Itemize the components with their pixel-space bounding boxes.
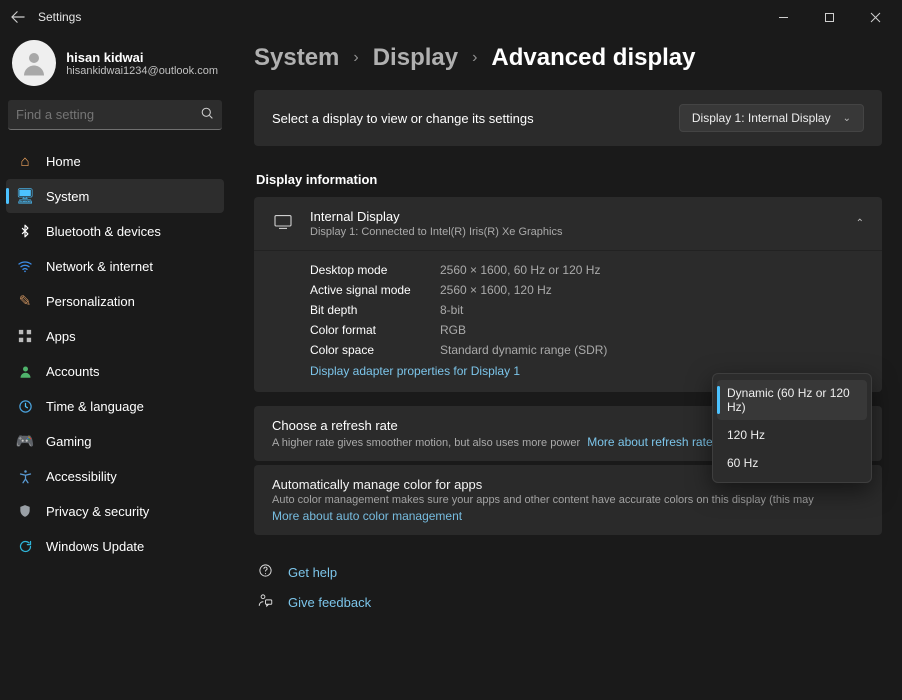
nav-system[interactable]: 🖥 System — [6, 179, 224, 213]
nav-label: System — [46, 189, 89, 204]
profile-block[interactable]: hisan kidwai hisankidwai1234@outlook.com — [6, 40, 224, 100]
refresh-rate-desc: A higher rate gives smoother motion, but… — [272, 437, 580, 449]
nav-label: Accounts — [46, 364, 99, 379]
info-row: Bit depth8-bit — [310, 303, 864, 317]
search-box[interactable] — [8, 100, 222, 130]
refresh-rate-more-link[interactable]: More about refresh rate — [587, 435, 712, 449]
clock-icon — [16, 397, 34, 415]
maximize-button[interactable] — [806, 2, 852, 32]
nav-label: Accessibility — [46, 469, 117, 484]
nav-accounts[interactable]: Accounts — [6, 354, 224, 388]
close-button[interactable] — [852, 2, 898, 32]
main-area: System › Display › Advanced display Sele… — [230, 34, 902, 700]
maximize-icon — [824, 12, 835, 23]
bluetooth-icon — [16, 222, 34, 240]
display-info-card: Internal Display Display 1: Connected to… — [254, 197, 882, 392]
display-info-sub: Display 1: Connected to Intel(R) Iris(R)… — [310, 226, 840, 238]
close-icon — [870, 12, 881, 23]
profile-email: hisankidwai1234@outlook.com — [66, 65, 218, 77]
titlebar: Settings — [0, 0, 902, 34]
display-selector[interactable]: Display 1: Internal Display ⌄ — [679, 104, 864, 132]
profile-name: hisan kidwai — [66, 50, 218, 65]
nav-network[interactable]: Network & internet — [6, 249, 224, 283]
breadcrumb-display[interactable]: Display — [373, 44, 458, 72]
nav-label: Home — [46, 154, 81, 169]
breadcrumb: System › Display › Advanced display — [254, 44, 882, 72]
get-help-label: Get help — [288, 565, 337, 580]
help-icon — [258, 563, 276, 581]
nav-label: Bluetooth & devices — [46, 224, 161, 239]
auto-color-more-link[interactable]: More about auto color management — [272, 509, 462, 523]
accounts-icon — [16, 362, 34, 380]
info-row: Color spaceStandard dynamic range (SDR) — [310, 343, 864, 357]
refresh-option-120hz[interactable]: 120 Hz — [717, 422, 867, 448]
nav-label: Windows Update — [46, 539, 144, 554]
info-row: Active signal mode2560 × 1600, 120 Hz — [310, 283, 864, 297]
gaming-icon: 🎮 — [16, 432, 34, 450]
search-input[interactable] — [16, 107, 201, 122]
nav-home[interactable]: ⌂ Home — [6, 144, 224, 178]
chevron-up-icon[interactable]: ⌃ — [856, 218, 864, 229]
nav-bluetooth[interactable]: Bluetooth & devices — [6, 214, 224, 248]
wifi-icon — [16, 257, 34, 275]
nav-personalization[interactable]: ✎ Personalization — [6, 284, 224, 318]
avatar — [12, 40, 56, 86]
nav-accessibility[interactable]: Accessibility — [6, 459, 224, 493]
info-row: Color formatRGB — [310, 323, 864, 337]
nav-time-language[interactable]: Time & language — [6, 389, 224, 423]
breadcrumb-system[interactable]: System — [254, 44, 339, 72]
give-feedback-link[interactable]: Give feedback — [254, 587, 882, 617]
system-icon: 🖥 — [16, 187, 34, 205]
monitor-icon — [272, 214, 294, 233]
nav-privacy[interactable]: Privacy & security — [6, 494, 224, 528]
nav-windows-update[interactable]: Windows Update — [6, 529, 224, 563]
display-info-body: Desktop mode2560 × 1600, 60 Hz or 120 Hz… — [254, 250, 882, 392]
nav-apps[interactable]: Apps — [6, 319, 224, 353]
info-row: Desktop mode2560 × 1600, 60 Hz or 120 Hz — [310, 263, 864, 277]
sidebar: hisan kidwai hisankidwai1234@outlook.com… — [0, 34, 230, 700]
search-icon — [201, 107, 214, 123]
refresh-option-60hz[interactable]: 60 Hz — [717, 450, 867, 476]
apps-icon — [16, 327, 34, 345]
chevron-down-icon: ⌄ — [843, 113, 851, 124]
nav-label: Personalization — [46, 294, 135, 309]
page-title: Advanced display — [491, 44, 695, 72]
home-icon: ⌂ — [16, 152, 34, 170]
brush-icon: ✎ — [16, 292, 34, 310]
refresh-option-dynamic[interactable]: Dynamic (60 Hz or 120 Hz) — [717, 380, 867, 420]
minimize-icon — [778, 12, 789, 23]
adapter-properties-link[interactable]: Display adapter properties for Display 1 — [310, 364, 520, 378]
nav-label: Time & language — [46, 399, 144, 414]
nav-label: Privacy & security — [46, 504, 149, 519]
chevron-right-icon: › — [353, 49, 358, 67]
get-help-link[interactable]: Get help — [254, 557, 882, 587]
window-controls — [760, 2, 898, 32]
feedback-icon — [258, 593, 276, 611]
bottom-links: Get help Give feedback — [254, 557, 882, 617]
display-info-header[interactable]: Internal Display Display 1: Connected to… — [254, 197, 882, 250]
give-feedback-label: Give feedback — [288, 595, 371, 610]
nav-label: Network & internet — [46, 259, 153, 274]
accessibility-icon — [16, 467, 34, 485]
display-info-title: Internal Display — [310, 209, 840, 224]
back-button[interactable] — [4, 3, 32, 31]
nav-label: Gaming — [46, 434, 92, 449]
chevron-right-icon: › — [472, 49, 477, 67]
refresh-rate-dropdown[interactable]: Dynamic (60 Hz or 120 Hz) 120 Hz 60 Hz — [712, 373, 872, 483]
section-header-display-info: Display information — [256, 172, 882, 187]
shield-icon — [16, 502, 34, 520]
window-title: Settings — [38, 10, 81, 24]
select-display-prompt: Select a display to view or change its s… — [272, 111, 679, 126]
minimize-button[interactable] — [760, 2, 806, 32]
update-icon — [16, 537, 34, 555]
nav-gaming[interactable]: 🎮 Gaming — [6, 424, 224, 458]
back-arrow-icon — [11, 10, 25, 24]
auto-color-desc: Auto color management makes sure your ap… — [272, 494, 814, 506]
person-icon — [19, 48, 49, 78]
display-selector-value: Display 1: Internal Display — [692, 111, 831, 125]
select-display-panel: Select a display to view or change its s… — [254, 90, 882, 146]
nav-label: Apps — [46, 329, 76, 344]
